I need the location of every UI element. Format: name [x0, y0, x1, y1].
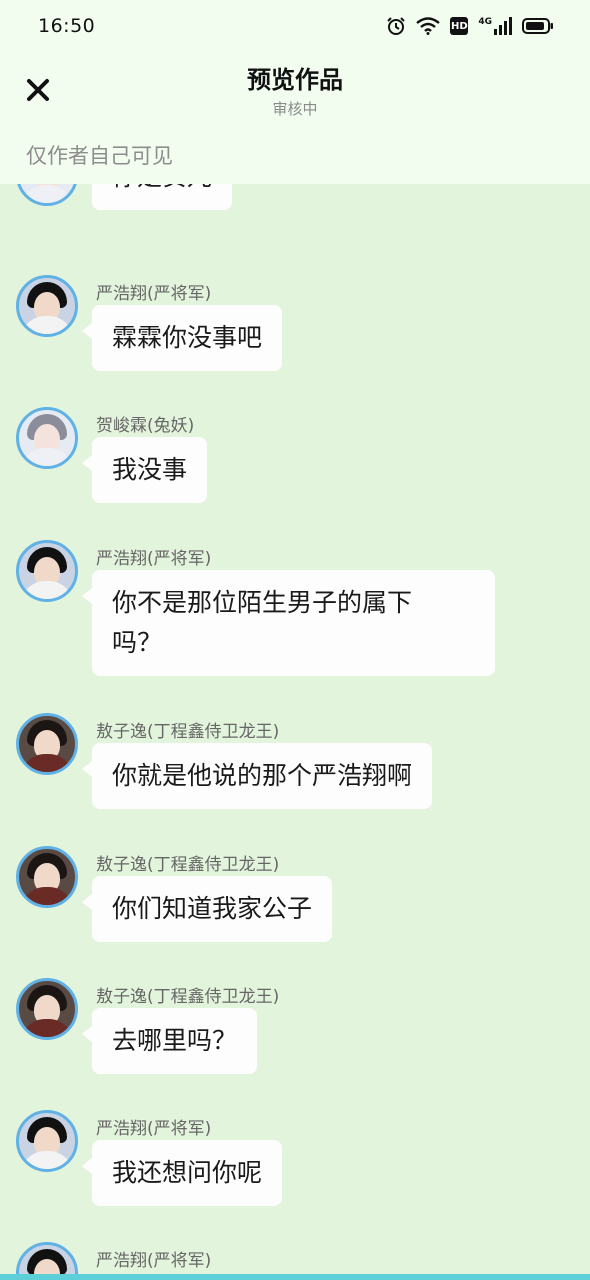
message-bubble: 去哪里吗？	[81, 1008, 258, 1074]
message-bubble: 你是贺儿	[92, 184, 233, 210]
header: 预览作品 审核中 仅作者自己可见	[0, 52, 590, 184]
avatar[interactable]	[16, 713, 78, 775]
avatar[interactable]	[16, 1110, 78, 1172]
message-line: 吗？	[112, 628, 163, 657]
sender-name: 严浩翔(严将军)	[96, 284, 212, 304]
page-title: 预览作品	[247, 66, 343, 94]
avatar[interactable]	[16, 184, 78, 206]
message-bubble: 你就是他说的那个严浩翔啊	[81, 743, 433, 809]
status-time: 16:50	[38, 15, 96, 37]
avatar[interactable]	[16, 846, 78, 908]
status-bar: 16:50 HD 4G	[0, 0, 590, 52]
sender-name: 敖子逸(丁程鑫侍卫龙王)	[96, 855, 280, 875]
message-bubble: 你不是那位陌生男子的属下 吗？	[82, 570, 495, 676]
message-bubble: 你们知道我家公子	[81, 876, 333, 942]
sender-name: 严浩翔(严将军)	[96, 1251, 212, 1271]
review-status: 审核中	[272, 100, 318, 118]
message-bubble: 我还想问你呢	[81, 1140, 283, 1206]
alarm-icon	[386, 16, 406, 36]
avatar[interactable]	[16, 407, 78, 469]
sender-name: 贺峻霖(兔妖)	[96, 416, 195, 436]
network-label: 4G	[478, 17, 492, 27]
avatar[interactable]	[16, 540, 78, 602]
sender-name: 敖子逸(丁程鑫侍卫龙王)	[96, 722, 280, 742]
status-icons: HD 4G	[386, 16, 554, 36]
chat-list[interactable]: 你是贺儿 严浩翔(严将军) 霖霖你没事吧 贺峻霖(兔妖) 我没事 严浩翔(严将军…	[0, 184, 590, 1274]
sender-name: 敖子逸(丁程鑫侍卫龙王)	[96, 987, 280, 1007]
message-line: 你不是那位陌生男子的属下	[112, 588, 413, 617]
bottom-accent-bar	[0, 1274, 590, 1280]
hd-icon: HD	[450, 17, 469, 35]
message-bubble: 霖霖你没事吧	[81, 305, 283, 371]
message-bubble: 我没事	[81, 437, 208, 503]
battery-icon	[522, 17, 554, 35]
avatar[interactable]	[16, 978, 78, 1040]
avatar[interactable]	[16, 275, 78, 337]
sender-name: 严浩翔(严将军)	[96, 1119, 212, 1139]
avatar[interactable]	[16, 1242, 78, 1274]
signal-4g-icon: 4G	[478, 17, 512, 35]
wifi-icon	[416, 17, 441, 35]
sender-name: 严浩翔(严将军)	[96, 549, 212, 569]
visibility-note: 仅作者自己可见	[26, 144, 173, 168]
